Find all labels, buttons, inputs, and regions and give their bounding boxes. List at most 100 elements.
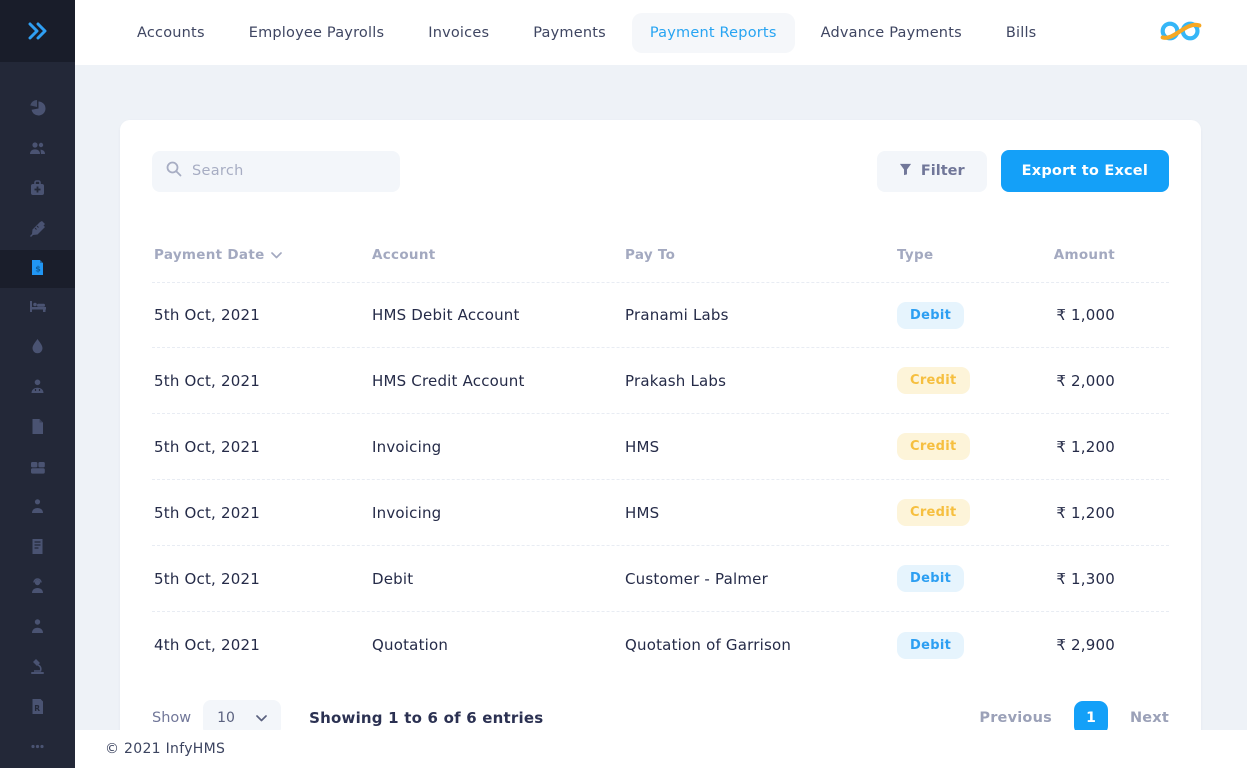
payment-reports-card: Filter Export to Excel Payment Date xyxy=(120,120,1201,766)
next-page-button[interactable]: Next xyxy=(1130,710,1169,726)
sidebar-item-laboratory[interactable] xyxy=(0,648,75,688)
person-icon xyxy=(29,618,46,639)
cell-payment-date: 5th Oct, 2021 xyxy=(154,306,372,324)
nav-tab-payment-reports[interactable]: Payment Reports xyxy=(632,13,795,53)
cell-pay-to: Quotation of Garrison xyxy=(625,636,897,654)
cell-pay-to: Prakash Labs xyxy=(625,372,897,390)
cell-pay-to: HMS xyxy=(625,438,897,456)
cell-payment-date: 5th Oct, 2021 xyxy=(154,570,372,588)
cell-account: HMS Credit Account xyxy=(372,372,625,390)
nav-tab-payments[interactable]: Payments xyxy=(515,13,624,53)
report-document-icon xyxy=(29,538,46,559)
cell-payment-date: 5th Oct, 2021 xyxy=(154,438,372,456)
search-icon xyxy=(166,161,182,181)
filter-funnel-icon xyxy=(899,163,912,180)
column-header-payment-date[interactable]: Payment Date xyxy=(154,247,372,263)
sidebar-item-bed-management[interactable] xyxy=(0,288,75,328)
sidebar-item-more[interactable] xyxy=(0,728,75,768)
entries-summary: Showing 1 to 6 of 6 entries xyxy=(309,709,543,727)
nav-tab-invoices[interactable]: Invoices xyxy=(410,13,507,53)
sidebar-item-billing[interactable]: $ xyxy=(0,250,75,288)
sidebar-item-documents[interactable] xyxy=(0,408,75,448)
cell-payment-date: 4th Oct, 2021 xyxy=(154,636,372,654)
document-icon xyxy=(29,418,46,439)
column-header-amount: Amount xyxy=(1053,247,1167,263)
sidebar-item-patients[interactable] xyxy=(0,488,75,528)
type-badge: Credit xyxy=(897,499,970,526)
cell-account: Invoicing xyxy=(372,438,625,456)
sidebar-item-vaccination[interactable] xyxy=(0,210,75,250)
cell-amount: ₹ 1,000 xyxy=(1053,306,1167,324)
table-row[interactable]: 5th Oct, 2021 Debit Customer - Palmer De… xyxy=(152,546,1169,612)
cell-type: Credit xyxy=(897,367,1053,394)
table-row[interactable]: 4th Oct, 2021 Quotation Quotation of Gar… xyxy=(152,612,1169,678)
sidebar-item-medical[interactable] xyxy=(0,170,75,210)
sidebar-item-dashboard[interactable] xyxy=(0,90,75,130)
svg-text:$: $ xyxy=(35,264,41,273)
page-size-value: 10 xyxy=(217,710,235,726)
sidebar-item-prescriptions[interactable]: R xyxy=(0,688,75,728)
table-row[interactable]: 5th Oct, 2021 HMS Debit Account Pranami … xyxy=(152,282,1169,348)
filter-button[interactable]: Filter xyxy=(877,151,987,192)
doctor-icon xyxy=(29,378,46,399)
table-row[interactable]: 5th Oct, 2021 HMS Credit Account Prakash… xyxy=(152,348,1169,414)
type-badge: Credit xyxy=(897,367,970,394)
nav-tab-bills[interactable]: Bills xyxy=(988,13,1055,53)
cell-account: HMS Debit Account xyxy=(372,306,625,324)
svg-text:R: R xyxy=(34,703,40,712)
sort-chevron-down-icon xyxy=(271,247,282,263)
nav-tab-employee-payrolls[interactable]: Employee Payrolls xyxy=(231,13,403,53)
cell-pay-to: Customer - Palmer xyxy=(625,570,897,588)
table-row[interactable]: 5th Oct, 2021 Invoicing HMS Credit ₹ 1,2… xyxy=(152,414,1169,480)
topbar: AccountsEmployee PayrollsInvoicesPayment… xyxy=(75,0,1247,65)
cell-pay-to: Pranami Labs xyxy=(625,306,897,324)
app-root: $R AccountsEmployee PayrollsInvoicesPaym… xyxy=(0,0,1247,768)
medical-bag-icon xyxy=(29,180,46,201)
app-logo[interactable] xyxy=(1159,17,1203,49)
cell-type: Credit xyxy=(897,499,1053,526)
type-badge: Debit xyxy=(897,302,964,329)
column-header-type: Type xyxy=(897,247,1053,263)
cell-account: Invoicing xyxy=(372,504,625,522)
previous-page-button[interactable]: Previous xyxy=(979,710,1052,726)
blood-drop-icon xyxy=(29,338,46,359)
cell-pay-to: HMS xyxy=(625,504,897,522)
cell-account: Quotation xyxy=(372,636,625,654)
column-header-account: Account xyxy=(372,247,625,263)
search-input[interactable] xyxy=(192,163,386,179)
cell-type: Debit xyxy=(897,565,1053,592)
table-body: 5th Oct, 2021 HMS Debit Account Pranami … xyxy=(152,282,1169,678)
content-area: Filter Export to Excel Payment Date xyxy=(75,65,1247,768)
microscope-icon xyxy=(29,658,46,679)
cell-amount: ₹ 2,900 xyxy=(1053,636,1167,654)
syringe-icon xyxy=(29,220,46,241)
prescription-icon: R xyxy=(29,698,46,719)
type-badge: Debit xyxy=(897,565,964,592)
users-icon xyxy=(29,140,46,161)
sidebar-item-doctors[interactable] xyxy=(0,130,75,170)
sidebar-item-staff[interactable] xyxy=(0,368,75,408)
bed-icon xyxy=(29,298,46,319)
table-row[interactable]: 5th Oct, 2021 Invoicing HMS Credit ₹ 1,2… xyxy=(152,480,1169,546)
sidebar-item-case-reports[interactable] xyxy=(0,528,75,568)
sidebar-collapse-button[interactable] xyxy=(0,0,75,62)
nav-tab-accounts[interactable]: Accounts xyxy=(119,13,223,53)
cell-amount: ₹ 1,200 xyxy=(1053,504,1167,522)
nav-tab-advance-payments[interactable]: Advance Payments xyxy=(803,13,980,53)
search-box xyxy=(152,151,400,192)
double-chevron-right-icon xyxy=(27,22,49,40)
cell-account: Debit xyxy=(372,570,625,588)
patient-icon xyxy=(29,498,46,519)
chevron-down-icon xyxy=(256,710,267,726)
sidebar-item-blood-bank[interactable] xyxy=(0,328,75,368)
payments-table: Payment Date Account Pay To Type Amount xyxy=(152,228,1169,678)
type-badge: Debit xyxy=(897,632,964,659)
export-to-excel-button[interactable]: Export to Excel xyxy=(1001,150,1169,192)
cell-payment-date: 5th Oct, 2021 xyxy=(154,372,372,390)
sidebar-item-users[interactable] xyxy=(0,608,75,648)
infinity-logo-icon xyxy=(1159,17,1203,49)
cell-amount: ₹ 1,200 xyxy=(1053,438,1167,456)
cell-payment-date: 5th Oct, 2021 xyxy=(154,504,372,522)
sidebar-item-reception[interactable] xyxy=(0,568,75,608)
sidebar-item-medicines[interactable] xyxy=(0,448,75,488)
